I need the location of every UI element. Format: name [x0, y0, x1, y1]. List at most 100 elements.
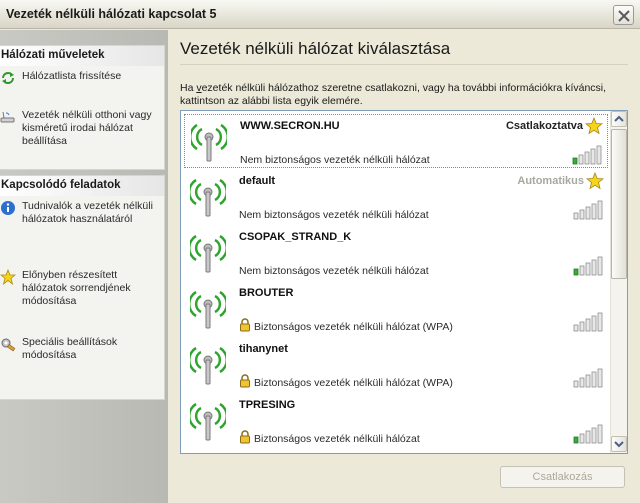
wireless-antenna-icon: [190, 346, 226, 385]
signal-bar: [579, 265, 585, 276]
signal-bar: [590, 148, 596, 165]
task-panel: Hálózati műveletek Hálózatlista frissíté…: [0, 30, 168, 503]
change-preferred-order-link[interactable]: Előnyben részesített hálózatok sorrendjé…: [0, 269, 165, 311]
signal-bar: [597, 368, 603, 388]
signal-bar: [573, 212, 579, 220]
related-tasks-group: Kapcsolódó feladatok Tudnivalók a vezeté…: [0, 175, 165, 400]
network-security: Nem biztonságos vezeték nélküli hálózat: [240, 154, 430, 166]
signal-strength-icon: [573, 368, 603, 388]
network-name: CSOPAK_STRAND_K: [239, 231, 352, 243]
title-bar[interactable]: Vezeték nélküli hálózati kapcsolat 5: [0, 0, 640, 29]
signal-strength-icon: [573, 312, 603, 332]
close-icon: [618, 10, 630, 22]
lock-icon: [240, 374, 250, 388]
related-tasks-header: Kapcsolódó feladatok: [0, 176, 164, 196]
network-security: Biztonságos vezeték nélküli hálózat (WPA…: [254, 377, 453, 389]
signal-bar: [591, 371, 597, 388]
network-item[interactable]: WWW.SECRON.HU Csatlakoztatva Nem biztonság…: [184, 114, 608, 168]
instructions-text: Ha vezeték nélküli hálózathoz szeretne c…: [180, 82, 626, 108]
scroll-down-button[interactable]: [611, 436, 627, 452]
connect-button[interactable]: Csatlakozás: [500, 466, 625, 488]
signal-bar: [579, 209, 585, 220]
chevron-up-icon: [614, 115, 624, 122]
star-icon: [0, 269, 16, 285]
wireless-antenna-icon: [190, 290, 226, 329]
signal-bar: [572, 157, 578, 165]
refresh-network-list-link[interactable]: Hálózatlista frissítése: [0, 70, 165, 86]
setup-wireless-network-link[interactable]: Vezeték nélküli otthoni vagy kisméretű i…: [0, 109, 165, 151]
signal-bar: [585, 430, 591, 444]
advanced-settings-link[interactable]: Speciális beállítások módosítása: [0, 336, 165, 364]
scroll-thumb[interactable]: [611, 129, 627, 279]
network-name: WWW.SECRON.HU: [240, 120, 340, 132]
signal-bar: [585, 374, 591, 388]
signal-bar: [573, 380, 579, 388]
signal-bar: [573, 324, 579, 332]
preferred-star-icon: [585, 117, 603, 135]
signal-bar: [597, 424, 603, 444]
signal-strength-icon: [573, 200, 603, 220]
refresh-network-list-label: Hálózatlista frissítése: [22, 70, 122, 82]
info-icon: [1, 201, 15, 215]
settings-icon: [1, 338, 16, 352]
signal-bar: [579, 377, 585, 388]
signal-bar: [591, 203, 597, 220]
signal-bar: [584, 151, 590, 165]
signal-bar: [579, 433, 585, 444]
wireless-info-link[interactable]: Tudnivalók a vezeték nélküli hálózatok h…: [0, 200, 165, 228]
signal-strength-icon: [572, 145, 602, 165]
instructions-rest: ezeték nélküli hálózathoz szeretne csatl…: [180, 82, 607, 107]
signal-bar: [597, 256, 603, 276]
signal-bar: [579, 321, 585, 332]
network-security: Biztonságos vezeték nélküli hálózat: [254, 433, 420, 445]
network-item[interactable]: default Automatikus Nem biztonságos vezeté…: [184, 170, 608, 224]
scroll-up-button[interactable]: [611, 111, 627, 127]
signal-bar: [578, 154, 584, 165]
wireless-antenna-icon: [190, 402, 226, 441]
instructions-prefix: Ha: [180, 82, 197, 94]
wireless-antenna-icon: [190, 178, 226, 217]
lock-icon: [240, 430, 250, 444]
network-list[interactable]: WWW.SECRON.HU Csatlakoztatva Nem biztonság…: [180, 110, 628, 454]
signal-bar: [591, 315, 597, 332]
chevron-down-icon: [614, 441, 624, 448]
network-item[interactable]: tihanynet Biztonságos vezeték nélküli hál…: [184, 338, 608, 392]
wireless-info-label: Tudnivalók a vezeték nélküli hálózatok h…: [22, 200, 153, 225]
page-title: Vezeték nélküli hálózat kiválasztása: [180, 39, 451, 58]
connect-button-label: Csatlakozás: [532, 471, 593, 483]
network-item[interactable]: BROUTER Biztonságos vezeték nélküli hálóz…: [184, 282, 608, 336]
signal-bar: [585, 206, 591, 220]
network-security: Nem biztonságos vezeték nélküli hálózat: [239, 209, 429, 221]
signal-bar: [591, 427, 597, 444]
title-divider: [180, 64, 628, 65]
vertical-scrollbar[interactable]: [610, 111, 627, 453]
close-button[interactable]: [613, 5, 634, 25]
signal-bar: [591, 259, 597, 276]
network-security: Nem biztonságos vezeték nélküli hálózat: [239, 265, 429, 277]
advanced-settings-label: Speciális beállítások módosítása: [22, 336, 118, 361]
signal-strength-icon: [573, 256, 603, 276]
signal-bar: [573, 268, 579, 276]
wireless-antenna-icon: [191, 123, 227, 162]
signal-strength-icon: [573, 424, 603, 444]
lock-icon: [240, 318, 250, 332]
signal-bar: [585, 318, 591, 332]
network-tasks-group: Hálózati műveletek Hálózatlista frissíté…: [0, 45, 165, 170]
network-name: TPRESING: [239, 399, 296, 411]
signal-bar: [596, 145, 602, 165]
signal-bar: [585, 262, 591, 276]
window-title: Vezeték nélküli hálózati kapcsolat 5: [6, 7, 217, 21]
network-tasks-header: Hálózati műveletek: [0, 46, 164, 66]
preferred-star-icon: [586, 172, 604, 190]
network-status: Csatlakoztatva: [505, 120, 583, 132]
wireless-setup-icon: [0, 111, 15, 123]
signal-bar: [597, 200, 603, 220]
network-name: BROUTER: [239, 287, 294, 299]
network-item[interactable]: CSOPAK_STRAND_K Nem biztonságos vezeték n…: [184, 226, 608, 280]
setup-wireless-network-label: Vezeték nélküli otthoni vagy kisméretű i…: [22, 109, 152, 147]
network-security: Biztonságos vezeték nélküli hálózat (WPA…: [254, 321, 453, 333]
signal-bar: [573, 436, 579, 444]
change-preferred-order-label: Előnyben részesített hálózatok sorrendjé…: [22, 269, 131, 307]
refresh-icon: [2, 72, 14, 84]
network-item[interactable]: TPRESING Biztonságos vezeték nélküli háló…: [184, 394, 608, 448]
